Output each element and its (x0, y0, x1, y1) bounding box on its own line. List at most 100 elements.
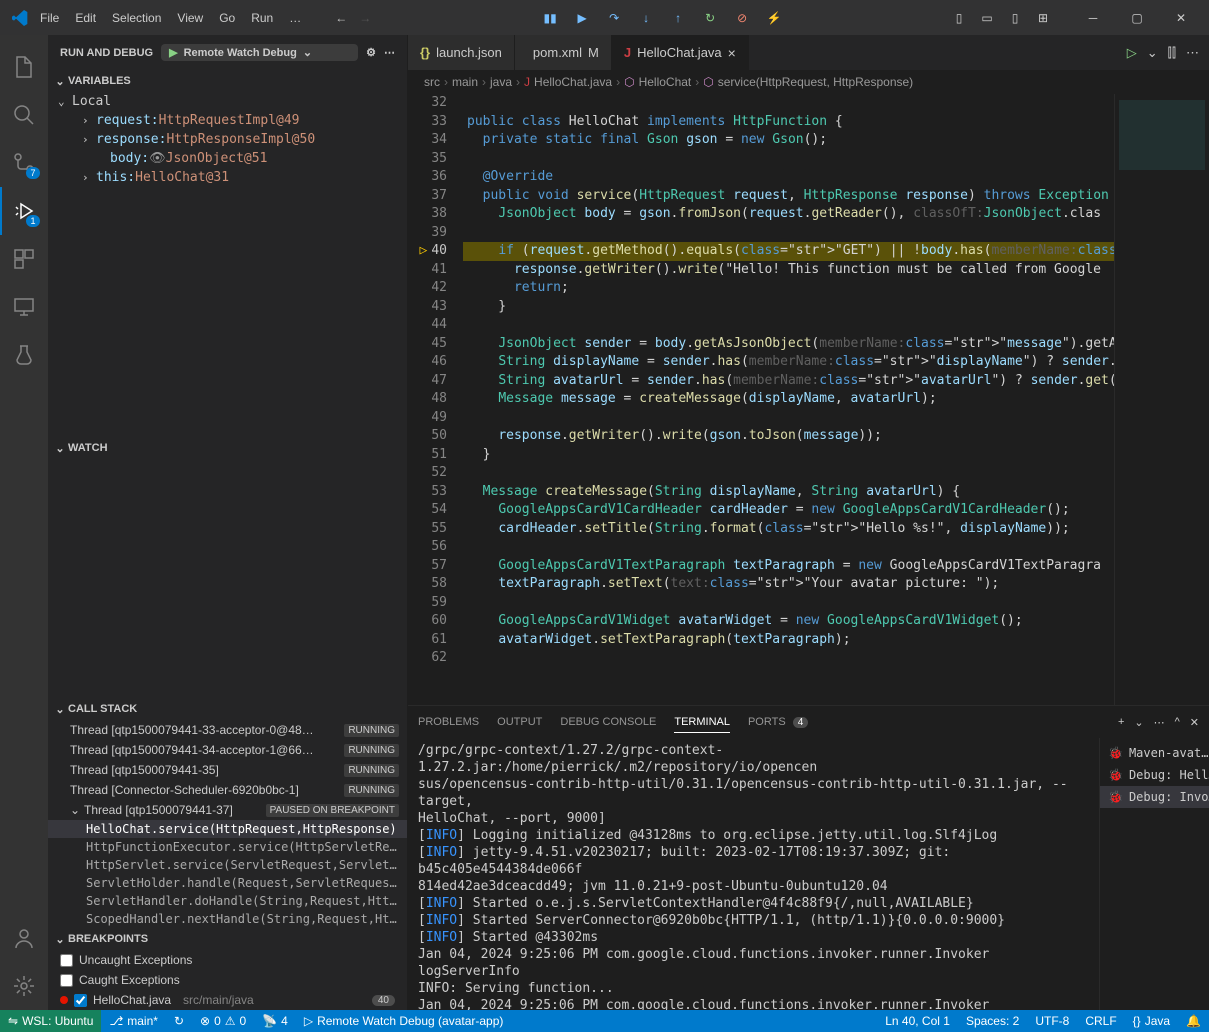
terminal-instance[interactable]: 🐞Debug: Hell… (1100, 764, 1209, 786)
breadcrumbs[interactable]: src› main› java›J HelloChat.java›⬡ Hello… (408, 70, 1209, 94)
debug-stepover-icon[interactable]: ↷ (602, 6, 626, 30)
bp-uncaught-checkbox[interactable] (60, 954, 73, 967)
activity-remote-icon[interactable] (0, 283, 48, 331)
terminal-output[interactable]: /grpc/grpc-context/1.27.2/grpc-context-1… (408, 738, 1099, 1010)
editor-body[interactable]: 3233343536373839▷40414243444546474849505… (408, 94, 1209, 705)
nav-forward-icon[interactable]: → (353, 6, 377, 30)
stack-frame[interactable]: ServletHolder.handle(Request,ServletRequ… (48, 874, 407, 892)
breadcrumb-item[interactable]: main (452, 75, 478, 89)
bp-file[interactable]: HelloChat.java src/main/java 40 (48, 990, 407, 1010)
variable-item[interactable]: body: 👁 JsonObject@51 (48, 149, 407, 168)
layout-secondary-icon[interactable]: ▯ (1003, 6, 1027, 30)
activity-search-icon[interactable] (0, 91, 48, 139)
window-minimize-icon[interactable]: ─ (1073, 3, 1113, 33)
layout-customize-icon[interactable]: ⊞ (1031, 6, 1055, 30)
thread-item[interactable]: Thread [qtp1500079441-33-acceptor-0@48…r… (48, 720, 407, 740)
activity-account-icon[interactable] (0, 914, 48, 962)
activity-testing-icon[interactable] (0, 331, 48, 379)
breakpoints-section-header[interactable]: ⌄ Breakpoints (48, 928, 407, 950)
gear-icon[interactable]: ⚙ (366, 46, 376, 59)
watch-section-header[interactable]: ⌄ Watch (48, 437, 407, 459)
scope-local[interactable]: ⌄ Local (48, 92, 407, 111)
tab-problems[interactable]: Problems (418, 712, 479, 732)
status-eol[interactable]: CRLF (1077, 1014, 1124, 1028)
close-panel-icon[interactable]: ✕ (1190, 716, 1199, 729)
terminal-instance[interactable]: 🐞Debug: Invo… (1100, 786, 1209, 808)
chevron-down-icon[interactable]: ⌄ (1134, 716, 1143, 729)
thread-paused[interactable]: ⌄Thread [qtp1500079441-37]paused on brea… (48, 800, 407, 820)
breadcrumb-item[interactable]: ⬡ service(HttpRequest, HttpResponse) (703, 75, 913, 89)
code[interactable]: public class HelloChat implements HttpFu… (463, 94, 1114, 705)
variable-item[interactable]: ›request: HttpRequestImpl@49 (48, 111, 407, 130)
status-problems[interactable]: ⊗0 ⚠0 (192, 1014, 254, 1028)
thread-item[interactable]: Thread [Connector-Scheduler-6920b0bc-1]r… (48, 780, 407, 800)
debug-restart-icon[interactable]: ↻ (698, 6, 722, 30)
close-tab-icon[interactable]: × (728, 45, 736, 61)
debug-hotreload-icon[interactable]: ⚡ (762, 6, 786, 30)
tab-ports[interactable]: Ports 4 (748, 712, 808, 732)
menu-run[interactable]: Run (243, 7, 281, 29)
status-sync[interactable]: ↻ (166, 1014, 192, 1028)
stack-frame[interactable]: HttpFunctionExecutor.service(HttpServlet… (48, 838, 407, 856)
minimap[interactable] (1114, 94, 1209, 705)
terminal-instance[interactable]: 🐞Maven-avat… (1100, 742, 1209, 764)
stack-frame[interactable]: HttpServlet.service(ServletRequest,Servl… (48, 856, 407, 874)
menu-view[interactable]: View (169, 7, 211, 29)
activity-debug-icon[interactable]: 1 (0, 187, 48, 235)
thread-item[interactable]: Thread [qtp1500079441-34-acceptor-1@66…r… (48, 740, 407, 760)
variable-item[interactable]: ›response: HttpResponseImpl@50 (48, 130, 407, 149)
breadcrumb-item[interactable]: java (490, 75, 512, 89)
status-lncol[interactable]: Ln 40, Col 1 (877, 1014, 958, 1028)
breadcrumb-item[interactable]: J HelloChat.java (524, 75, 612, 89)
activity-settings-icon[interactable] (0, 962, 48, 1010)
thread-item[interactable]: Thread [qtp1500079441-35]running (48, 760, 407, 780)
status-remote[interactable]: ⇋ WSL: Ubuntu (0, 1010, 101, 1032)
debug-config-selector[interactable]: ▶ Remote Watch Debug ⌄ (161, 44, 358, 61)
more-icon[interactable]: ⋯ (1186, 45, 1199, 61)
nav-back-icon[interactable]: ← (329, 6, 353, 30)
menu-more[interactable]: … (281, 7, 309, 29)
menu-go[interactable]: Go (211, 7, 243, 29)
activity-scm-icon[interactable]: 7 (0, 139, 48, 187)
editor-tab[interactable]: pom.xmlM (515, 35, 612, 70)
stack-frame[interactable]: HelloChat.service(HttpRequest,HttpRespon… (48, 820, 407, 838)
variables-section-header[interactable]: ⌄ Variables (48, 70, 407, 92)
status-debug-session[interactable]: ▷ Remote Watch Debug (avatar-app) (296, 1014, 512, 1028)
tab-output[interactable]: Output (497, 712, 542, 732)
stack-frame[interactable]: ServletHandler.doHandle(String,Request,H… (48, 892, 407, 910)
status-branch[interactable]: ⎇ main* (101, 1014, 166, 1028)
tab-terminal[interactable]: Terminal (674, 712, 730, 733)
debug-start-icon[interactable]: ▷ (1127, 45, 1137, 61)
status-spaces[interactable]: Spaces: 2 (958, 1014, 1027, 1028)
debug-continue-icon[interactable]: ▶ (570, 6, 594, 30)
debug-disconnect-icon[interactable]: ⊘ (730, 6, 754, 30)
layout-primary-icon[interactable]: ▯ (947, 6, 971, 30)
bp-caught-checkbox[interactable] (60, 974, 73, 987)
chevron-down-icon[interactable]: ⌄ (1147, 45, 1158, 61)
window-close-icon[interactable]: ✕ (1161, 3, 1201, 33)
maximize-panel-icon[interactable]: ^ (1175, 716, 1180, 729)
variable-item[interactable]: ›this: HelloChat@31 (48, 168, 407, 187)
bp-file-checkbox[interactable] (74, 994, 87, 1007)
bp-caught[interactable]: Caught Exceptions (48, 970, 407, 990)
callstack-section-header[interactable]: ⌄ Call Stack (48, 698, 407, 720)
more-icon[interactable]: ⋯ (384, 46, 395, 59)
debug-pause-icon[interactable]: ▮▮ (538, 6, 562, 30)
activity-explorer-icon[interactable] (0, 43, 48, 91)
debug-stepinto-icon[interactable]: ↓ (634, 6, 658, 30)
editor-tab[interactable]: {}launch.json (408, 35, 515, 70)
layout-panel-icon[interactable]: ▭ (975, 6, 999, 30)
window-maximize-icon[interactable]: ▢ (1117, 3, 1157, 33)
menu-selection[interactable]: Selection (104, 7, 169, 29)
stack-frame[interactable]: ScopedHandler.nextHandle(String,Request,… (48, 910, 407, 928)
menu-edit[interactable]: Edit (67, 7, 104, 29)
status-encoding[interactable]: UTF-8 (1027, 1014, 1077, 1028)
tab-debugconsole[interactable]: Debug Console (560, 712, 656, 732)
new-terminal-icon[interactable]: + (1118, 716, 1124, 729)
bp-uncaught[interactable]: Uncaught Exceptions (48, 950, 407, 970)
editor-tab[interactable]: JHelloChat.java× (612, 35, 749, 70)
split-editor-icon[interactable]: ⫿⫿ (1168, 45, 1176, 61)
more-icon[interactable]: ⋯ (1154, 716, 1165, 729)
debug-stepout-icon[interactable]: ↑ (666, 6, 690, 30)
status-lang[interactable]: {} Java (1125, 1014, 1178, 1028)
